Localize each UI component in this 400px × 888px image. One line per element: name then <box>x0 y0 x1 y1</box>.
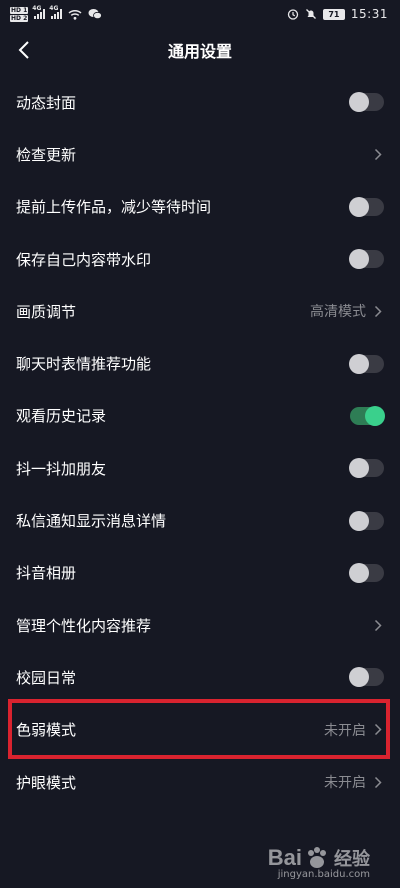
setting-label: 画质调节 <box>16 302 77 321</box>
hd-badges: HD 1 HD 2 <box>10 6 29 22</box>
wifi-icon <box>68 9 82 20</box>
status-right: 71 15:31 <box>287 7 388 21</box>
watermark-logo: Bai 经验 <box>268 845 370 871</box>
setting-label: 管理个性化内容推荐 <box>16 616 152 635</box>
settings-list: 动态封面 检查更新 提前上传作品，减少等待时间 保存自己内容带水印 画质调节 高… <box>0 76 400 808</box>
setting-label: 检查更新 <box>16 145 77 164</box>
setting-label: 私信通知显示消息详情 <box>16 512 167 531</box>
watermark-brand-cn: 经验 <box>334 849 370 869</box>
page-title: 通用设置 <box>167 42 232 61</box>
back-button[interactable] <box>10 36 38 64</box>
watermark-brand-latin: Bai <box>267 845 302 870</box>
watermark: Bai 经验 jingyan.baidu.com <box>268 845 370 880</box>
signal-icon: 4G <box>32 5 46 19</box>
alarm-icon <box>287 9 299 20</box>
paw-icon <box>308 847 326 868</box>
setting-label: 提前上传作品，减少等待时间 <box>16 198 212 217</box>
setting-label: 保存自己内容带水印 <box>16 250 152 269</box>
signal-tag-2: 4G <box>49 5 59 12</box>
status-left: HD 1 HD 2 4G 4G <box>10 5 103 22</box>
row-right: 未开启 <box>324 720 384 740</box>
setting-label: 校园日常 <box>16 668 77 687</box>
setting-emoji-recommend[interactable]: 聊天时表情推荐功能 <box>0 337 400 389</box>
watermark-url: jingyan.baidu.com <box>277 869 370 880</box>
chevron-right-icon <box>374 304 384 318</box>
setting-label: 观看历史记录 <box>16 407 107 426</box>
setting-value: 未开启 <box>324 722 366 739</box>
setting-check-update[interactable]: 检查更新 <box>0 128 400 180</box>
setting-label: 动态封面 <box>16 93 77 112</box>
wechat-icon <box>88 9 103 20</box>
dynamic-cover-toggle[interactable] <box>349 92 384 113</box>
douyin-album-toggle[interactable] <box>349 562 384 583</box>
emoji-recommend-toggle[interactable] <box>349 353 384 374</box>
signal-icon-2: 4G <box>49 5 63 19</box>
setting-label: 抖一抖加朋友 <box>16 459 107 478</box>
setting-dm-notification-detail[interactable]: 私信通知显示消息详情 <box>0 494 400 546</box>
setting-label: 聊天时表情推荐功能 <box>16 355 152 374</box>
setting-campus-daily[interactable]: 校园日常 <box>0 651 400 703</box>
shake-add-friend-toggle[interactable] <box>349 458 384 479</box>
setting-color-weak-mode[interactable]: 色弱模式 未开启 <box>0 704 400 756</box>
setting-eye-protection-mode[interactable]: 护眼模式 未开启 <box>0 756 400 808</box>
setting-value: 高清模式 <box>310 304 366 321</box>
chevron-right-icon <box>374 618 384 632</box>
chevron-right-icon <box>374 723 384 737</box>
setting-personalized-recommend[interactable]: 管理个性化内容推荐 <box>0 599 400 651</box>
setting-shake-add-friend[interactable]: 抖一抖加朋友 <box>0 442 400 494</box>
row-right <box>374 618 384 632</box>
setting-pre-upload[interactable]: 提前上传作品，减少等待时间 <box>0 181 400 233</box>
setting-dynamic-cover[interactable]: 动态封面 <box>0 76 400 128</box>
hd-badge-2: HD 2 <box>10 14 29 22</box>
setting-label: 护眼模式 <box>16 773 77 792</box>
setting-douyin-album[interactable]: 抖音相册 <box>0 547 400 599</box>
mute-icon <box>305 9 316 19</box>
chevron-right-icon <box>374 775 384 789</box>
setting-value: 未开启 <box>324 775 366 791</box>
chevron-left-icon <box>18 41 29 59</box>
setting-watermark[interactable]: 保存自己内容带水印 <box>0 233 400 285</box>
campus-daily-toggle[interactable] <box>349 667 384 688</box>
row-right <box>374 147 384 161</box>
setting-video-quality[interactable]: 画质调节 高清模式 <box>0 285 400 337</box>
watermark-toggle[interactable] <box>349 249 384 270</box>
setting-label: 色弱模式 <box>16 721 77 740</box>
hd-badge-1: HD 1 <box>10 6 29 14</box>
chevron-right-icon <box>374 147 384 161</box>
battery-icon: 71 <box>322 8 345 20</box>
signal-tag: 4G <box>32 5 42 12</box>
pre-upload-toggle[interactable] <box>349 196 384 217</box>
watch-history-toggle[interactable] <box>350 405 385 426</box>
setting-watch-history[interactable]: 观看历史记录 <box>0 390 400 442</box>
row-right: 未开启 <box>324 772 384 792</box>
status-time: 15:31 <box>350 7 388 21</box>
dm-notification-toggle[interactable] <box>349 510 384 531</box>
status-bar: HD 1 HD 2 4G 4G 71 15:31 <box>0 0 400 28</box>
row-right: 高清模式 <box>310 301 384 321</box>
nav-bar: 通用设置 <box>0 28 400 72</box>
setting-label: 抖音相册 <box>16 564 77 583</box>
